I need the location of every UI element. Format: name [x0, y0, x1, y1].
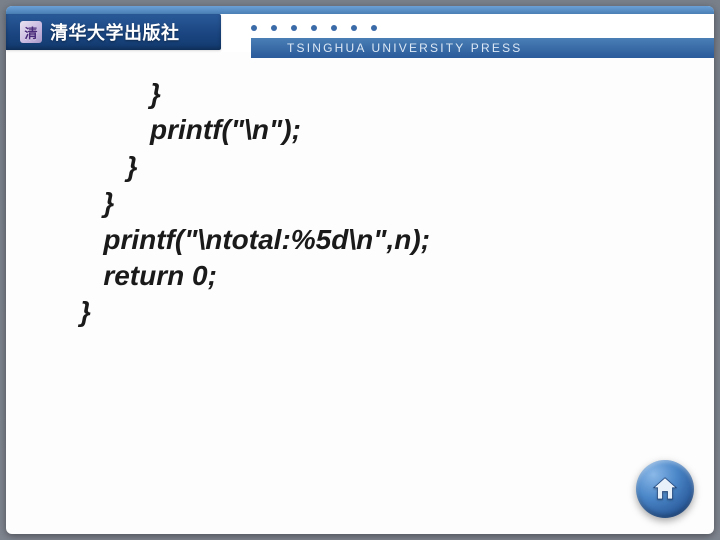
header: 清 清华大学出版社 TSINGHUA UNIVERSITY PRESS	[6, 14, 714, 52]
decorative-dots	[251, 25, 377, 31]
publisher-name-en: TSINGHUA UNIVERSITY PRESS	[287, 41, 523, 55]
code-line: }	[80, 296, 91, 327]
code-line: }	[80, 187, 114, 218]
home-icon	[650, 474, 680, 504]
dot-icon	[331, 25, 337, 31]
publisher-logo-bar: 清 清华大学出版社	[6, 14, 221, 50]
top-strip	[6, 6, 714, 14]
dot-icon	[251, 25, 257, 31]
slide-content: } printf("\n"); } } printf("\ntotal:%5d\…	[80, 76, 684, 504]
publisher-mark-icon: 清	[20, 21, 42, 43]
dot-icon	[371, 25, 377, 31]
code-line: return 0;	[80, 260, 217, 291]
code-line: }	[80, 78, 161, 109]
code-line: printf("\ntotal:%5d\n",n);	[80, 224, 430, 255]
code-block: } printf("\n"); } } printf("\ntotal:%5d\…	[80, 76, 684, 331]
dot-icon	[311, 25, 317, 31]
dot-icon	[291, 25, 297, 31]
publisher-name-zh: 清华大学出版社	[50, 19, 180, 45]
publisher-subbar: TSINGHUA UNIVERSITY PRESS	[251, 38, 714, 58]
code-line: }	[80, 151, 138, 182]
dot-icon	[271, 25, 277, 31]
code-line: printf("\n");	[80, 114, 301, 145]
home-button[interactable]	[636, 460, 694, 518]
slide-frame: 清 清华大学出版社 TSINGHUA UNIVERSITY PRESS } pr…	[6, 6, 714, 534]
publisher-mark-glyph: 清	[24, 23, 37, 42]
dot-icon	[351, 25, 357, 31]
